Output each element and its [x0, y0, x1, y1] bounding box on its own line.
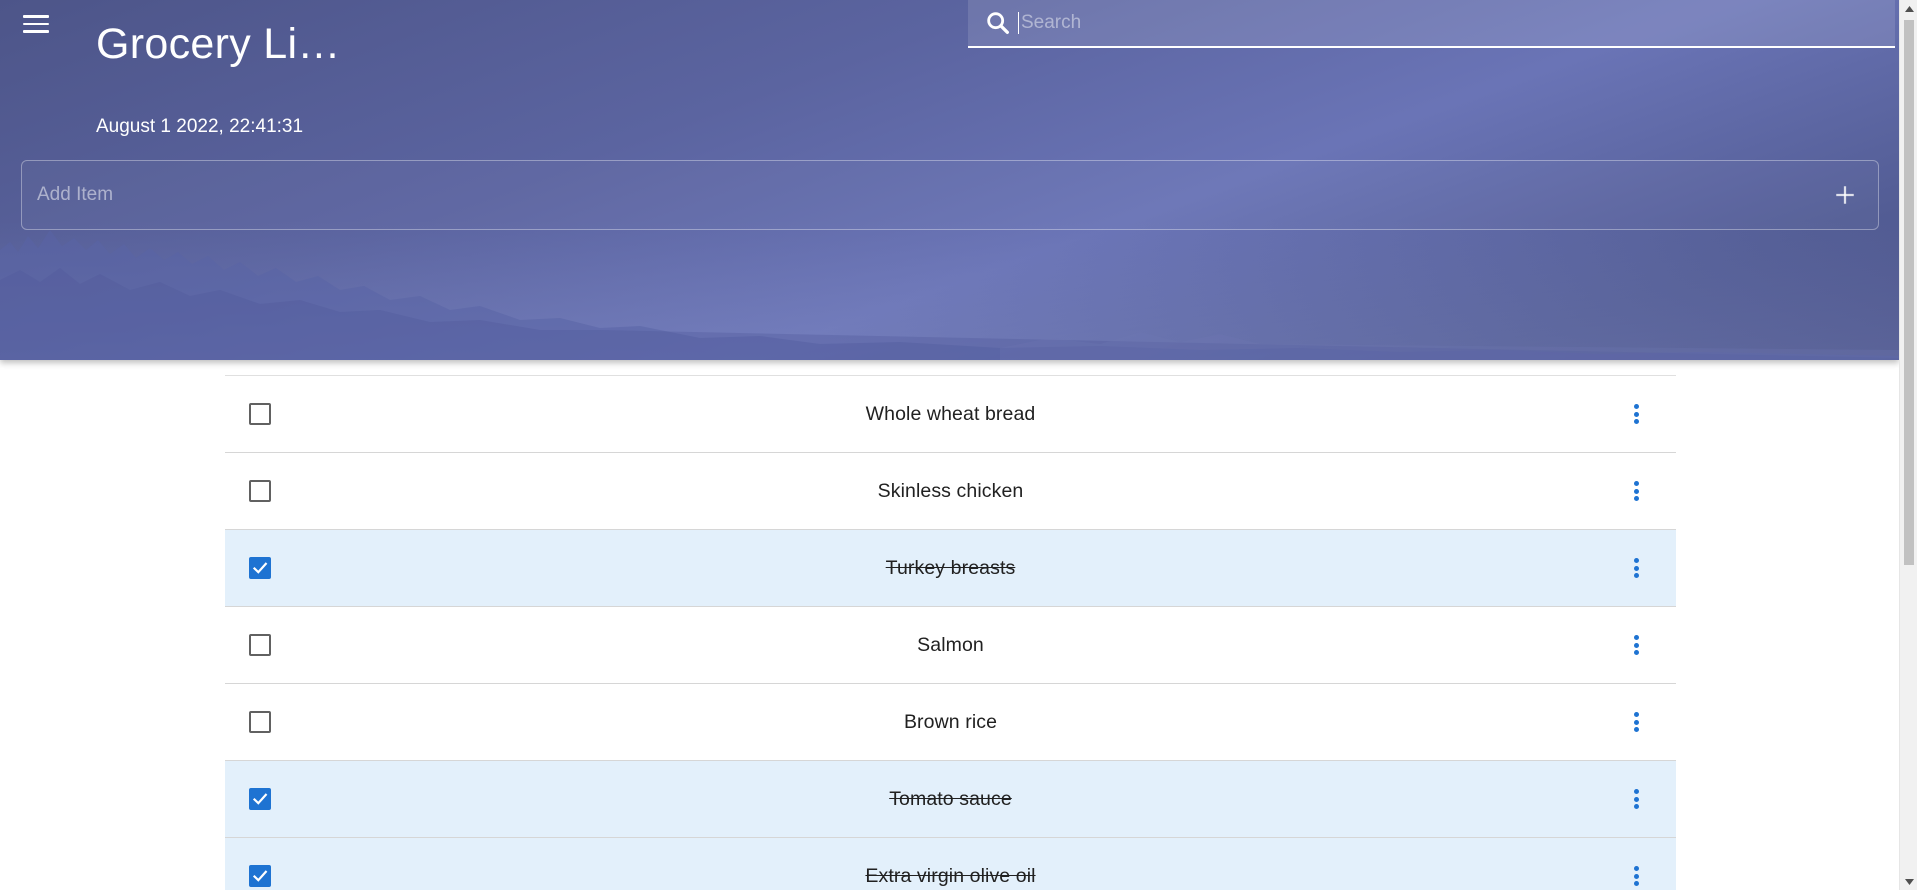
- more-vertical-icon[interactable]: [1632, 556, 1640, 580]
- more-vertical-dot: [1633, 642, 1639, 648]
- more-vertical-dot: [1633, 635, 1639, 640]
- scroll-up-arrow[interactable]: [1900, 0, 1917, 17]
- scrollbar[interactable]: [1899, 0, 1917, 890]
- item-label: Tomato sauce: [889, 787, 1012, 810]
- more-vertical-dot: [1633, 804, 1639, 809]
- hamburger-menu-icon-bar: [23, 30, 49, 33]
- more-vertical-icon[interactable]: [1632, 633, 1640, 657]
- grocery-list: Whole wheat bread Skinless chicken Turkey …: [225, 375, 1676, 890]
- more-vertical-dot: [1633, 496, 1639, 501]
- check-icon: [252, 870, 268, 882]
- item-checkbox[interactable]: [249, 403, 271, 425]
- date-time-label: August 1 2022, 22:41:31: [96, 116, 304, 137]
- scroll-thumb[interactable]: [1904, 20, 1914, 565]
- list-item[interactable]: Salmon: [225, 607, 1676, 684]
- list-item[interactable]: Turkey breasts: [225, 530, 1676, 607]
- check-icon: [252, 562, 268, 574]
- more-vertical-dot: [1633, 411, 1639, 417]
- more-vertical-icon[interactable]: [1632, 864, 1640, 888]
- menu-button[interactable]: [20, 10, 52, 38]
- item-checkbox[interactable]: [249, 865, 271, 887]
- search-input[interactable]: [1018, 12, 1895, 34]
- list-item[interactable]: Extra virgin olive oil: [225, 838, 1676, 890]
- item-label: Skinless chicken: [877, 479, 1024, 502]
- more-vertical-icon[interactable]: [1632, 402, 1640, 426]
- item-checkbox[interactable]: [249, 480, 271, 502]
- app-window: Grocery Li… August 1 2022, 22:41:31 Whol…: [0, 0, 1899, 890]
- search-icon: [987, 12, 1009, 34]
- forest-silhouette: [0, 230, 1899, 360]
- more-vertical-icon[interactable]: [1632, 479, 1640, 503]
- item-checkbox[interactable]: [249, 788, 271, 810]
- app-header: Grocery Li… August 1 2022, 22:41:31: [0, 0, 1899, 360]
- more-vertical-dot: [1633, 488, 1639, 494]
- more-vertical-dot: [1633, 558, 1639, 563]
- more-vertical-icon[interactable]: [1632, 787, 1640, 811]
- more-vertical-dot: [1633, 789, 1639, 794]
- more-vertical-dot: [1633, 719, 1639, 725]
- more-vertical-dot: [1633, 727, 1639, 732]
- list-item[interactable]: Skinless chicken: [225, 453, 1676, 530]
- add-item-input[interactable]: [22, 161, 1830, 229]
- more-vertical-dot: [1633, 712, 1639, 717]
- hamburger-menu-icon-bar: [23, 22, 49, 26]
- add-item-field[interactable]: [21, 160, 1879, 230]
- more-vertical-dot: [1633, 866, 1639, 871]
- item-label: Brown rice: [903, 710, 998, 733]
- item-label: Whole wheat bread: [865, 402, 1036, 425]
- item-checkbox[interactable]: [249, 711, 271, 733]
- page-title: Grocery Li…: [96, 20, 341, 68]
- hamburger-menu-icon: [23, 15, 49, 18]
- more-vertical-dot: [1633, 881, 1639, 886]
- more-vertical-dot: [1633, 404, 1639, 409]
- more-vertical-dot: [1633, 873, 1639, 879]
- item-label: Extra virgin olive oil: [865, 864, 1036, 887]
- more-vertical-icon[interactable]: [1632, 710, 1640, 734]
- more-vertical-dot: [1633, 419, 1639, 424]
- more-vertical-dot: [1633, 573, 1639, 578]
- plus-icon[interactable]: [1830, 180, 1860, 210]
- chevron-up-icon: [1904, 5, 1914, 12]
- item-checkbox[interactable]: [249, 557, 271, 579]
- scroll-down-arrow[interactable]: [1900, 873, 1917, 890]
- list-item[interactable]: Whole wheat bread: [225, 376, 1676, 453]
- item-label: Turkey breasts: [885, 556, 1016, 579]
- chevron-down-icon: [1904, 878, 1914, 885]
- check-icon: [252, 793, 268, 805]
- item-checkbox[interactable]: [249, 634, 271, 656]
- list-item[interactable]: Tomato sauce: [225, 761, 1676, 838]
- search-bar[interactable]: [968, 0, 1895, 48]
- item-label: Salmon: [917, 633, 984, 656]
- more-vertical-dot: [1633, 650, 1639, 655]
- more-vertical-dot: [1633, 481, 1639, 486]
- more-vertical-dot: [1633, 565, 1639, 571]
- more-vertical-dot: [1633, 796, 1639, 802]
- list-item[interactable]: Brown rice: [225, 684, 1676, 761]
